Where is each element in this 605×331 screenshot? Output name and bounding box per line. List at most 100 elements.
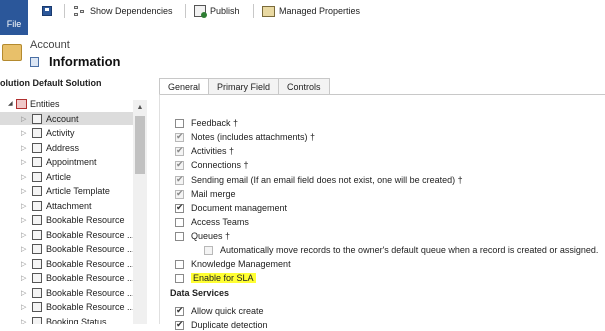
sidebar-item-label: Bookable Resource ... <box>46 287 135 298</box>
entity-properties-panel: General Primary Field Controls Feedback … <box>159 76 605 330</box>
tree-node-entities[interactable]: ◢ Entities <box>8 97 60 110</box>
expand-arrow-icon[interactable]: ▷ <box>21 115 26 123</box>
article-icon <box>32 171 42 182</box>
option-checkbox[interactable] <box>175 305 184 316</box>
sidebar-item[interactable]: ▷ Bookable Resource ... <box>0 228 135 241</box>
show-dependencies-button[interactable]: Show Dependencies <box>74 4 173 18</box>
option-checkbox <box>175 159 184 170</box>
option-checkbox[interactable] <box>175 319 184 330</box>
sidebar-item[interactable]: ▷ Bookable Resource ... <box>0 286 135 299</box>
tab-controls[interactable]: Controls <box>278 78 330 94</box>
entity-icon <box>30 57 39 67</box>
sidebar-item-label: Article <box>46 171 72 182</box>
expand-arrow-icon[interactable]: ▷ <box>21 158 26 166</box>
option-label: Duplicate detection <box>191 320 268 330</box>
scroll-up-arrow-icon[interactable]: ▲ <box>133 100 147 114</box>
scrollbar-thumb[interactable] <box>135 116 145 174</box>
sidebar-item-label: Bookable Resource ... <box>46 302 135 312</box>
sidebar-item[interactable]: ▷ Activity <box>0 127 133 140</box>
option-row: Feedback † <box>175 117 238 129</box>
sidebar-scrollbar[interactable]: ▲ <box>133 100 147 324</box>
sidebar-item[interactable]: ▷ Bookable Resource ... <box>0 257 135 270</box>
sidebar-item-label: Bookable Resource ... <box>46 258 135 269</box>
option-row: Mail merge <box>175 188 236 200</box>
option-row: Connections † <box>175 159 249 171</box>
option-row: Knowledge Management <box>175 258 291 270</box>
managed-properties-label: Managed Properties <box>279 6 361 16</box>
option-label: Mail merge <box>191 189 236 199</box>
sidebar-item-label: Bookable Resource ... <box>46 229 135 240</box>
file-tab[interactable]: File <box>0 0 28 35</box>
expand-arrow-icon[interactable]: ▷ <box>21 187 26 195</box>
sidebar-item[interactable]: ▷ Bookable Resource ... <box>0 272 135 285</box>
booking-status-icon <box>32 316 42 324</box>
option-checkbox[interactable] <box>175 202 184 213</box>
sidebar-item[interactable]: ▷ Bookable Resource ... <box>0 243 135 256</box>
toolbar-divider <box>64 4 65 18</box>
bookable-resource-icon <box>32 302 42 312</box>
managed-properties-button[interactable]: Managed Properties <box>262 4 360 18</box>
sidebar-item[interactable]: ▷ Address <box>0 141 133 154</box>
expand-arrow-icon[interactable]: ▷ <box>21 173 26 181</box>
sidebar-item[interactable]: ▷ Booking Status <box>0 315 133 324</box>
entities-icon <box>16 98 27 109</box>
sidebar-item-label: Article Template <box>46 186 110 196</box>
sidebar-item-label: Attachment <box>46 200 92 211</box>
expand-arrow-icon[interactable]: ▷ <box>21 129 26 137</box>
option-label: Document management <box>191 203 288 213</box>
expand-arrow-icon[interactable]: ▷ <box>21 260 26 268</box>
expand-arrow-icon[interactable]: ▷ <box>21 274 26 282</box>
sidebar-item-label: Account <box>46 113 79 124</box>
tab-primary-field[interactable]: Primary Field <box>208 78 280 94</box>
expand-arrow-icon[interactable]: ▷ <box>21 318 26 325</box>
sidebar-item[interactable]: ▷ Article <box>0 170 133 183</box>
sidebar-item[interactable]: ▷ Article Template <box>0 185 133 198</box>
option-label: Queues † <box>191 231 231 241</box>
toolbar-divider <box>185 4 186 18</box>
article-template-icon <box>32 186 42 196</box>
option-row: Activities † <box>175 145 234 157</box>
sidebar-item[interactable]: ▷ Bookable Resource ... <box>0 301 135 314</box>
save-icon <box>42 6 52 16</box>
file-label: File <box>6 19 22 29</box>
option-checkbox[interactable] <box>175 118 184 128</box>
sidebar-item[interactable]: ▷ Attachment <box>0 199 133 212</box>
expand-arrow-icon[interactable]: ▷ <box>21 216 26 224</box>
account-icon <box>32 113 42 124</box>
activity-icon <box>32 128 42 138</box>
sidebar-item[interactable]: ▷ Account <box>0 112 133 125</box>
expand-arrow-icon[interactable]: ▷ <box>21 303 26 311</box>
save-button[interactable] <box>42 4 56 18</box>
publish-label: Publish <box>210 6 240 16</box>
option-checkbox[interactable] <box>175 217 184 227</box>
general-tab-panel: Feedback † Notes (includes attachments) †… <box>159 94 605 330</box>
sidebar-item-label: Booking Status <box>46 316 107 325</box>
appointment-icon <box>32 157 42 167</box>
option-checkbox[interactable] <box>175 259 184 269</box>
data-services-heading: Data Services <box>170 288 230 298</box>
sidebar-item[interactable]: ▷ Bookable Resource <box>0 214 133 227</box>
option-row: Enable for SLA <box>175 272 256 284</box>
expand-arrow-icon[interactable]: ▷ <box>21 245 26 253</box>
page-title: Information <box>49 54 121 69</box>
publish-button[interactable]: Publish <box>194 4 240 18</box>
sidebar-item-label: Bookable Resource ... <box>46 244 135 254</box>
option-checkbox[interactable] <box>175 273 184 283</box>
tab-general[interactable]: General <box>159 78 210 95</box>
sidebar-item-label: Bookable Resource <box>46 215 125 225</box>
option-label: Sending email (If an email field does no… <box>191 175 463 185</box>
expanded-arrow-icon[interactable]: ◢ <box>8 100 16 107</box>
option-row: Sending email (If an email field does no… <box>175 174 463 186</box>
expand-arrow-icon[interactable]: ▷ <box>21 202 26 210</box>
expand-arrow-icon[interactable]: ▷ <box>21 231 26 239</box>
expand-arrow-icon[interactable]: ▷ <box>21 289 26 297</box>
bookable-resource-icon <box>32 258 42 269</box>
option-checkbox[interactable] <box>175 231 184 241</box>
bookable-resource-icon <box>32 229 42 240</box>
sidebar-item[interactable]: ▷ Appointment <box>0 156 133 169</box>
expand-arrow-icon[interactable]: ▷ <box>21 144 26 152</box>
tab-strip: General Primary Field Controls <box>159 78 330 95</box>
tab-label: Primary Field <box>217 81 271 92</box>
dependencies-icon <box>74 5 86 17</box>
option-row: Allow quick create <box>175 305 264 317</box>
